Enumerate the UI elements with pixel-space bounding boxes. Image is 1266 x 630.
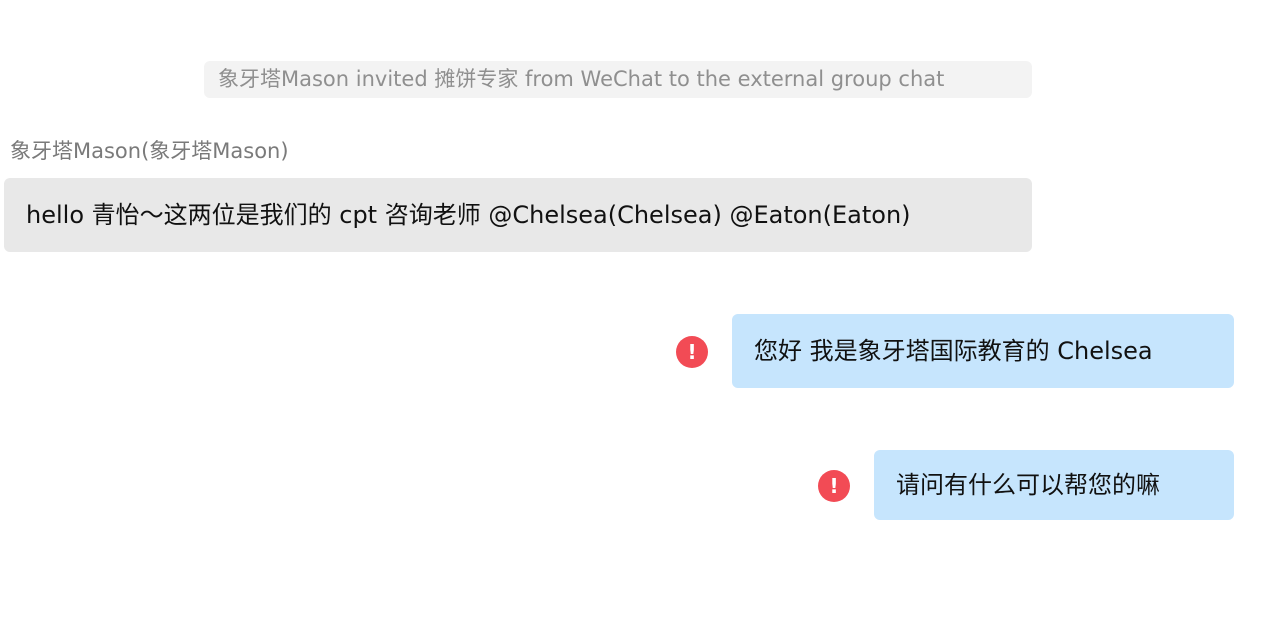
incoming-message-bubble[interactable]: hello 青怡～这两位是我们的 cpt 咨询老师 @Chelsea(Chels… (4, 178, 1032, 252)
send-failed-alert-icon[interactable]: ! (676, 336, 708, 368)
send-failed-alert-icon[interactable]: ! (818, 470, 850, 502)
outgoing-message-bubble[interactable]: 您好 我是象牙塔国际教育的 Chelsea (732, 314, 1234, 388)
outgoing-message-bubble[interactable]: 请问有什么可以帮您的嘛 (874, 450, 1234, 520)
message-sender-name[interactable]: 象牙塔Mason(象牙塔Mason) (10, 137, 289, 165)
group-invite-notice: 象牙塔Mason invited 摊饼专家 from WeChat to the… (204, 61, 1032, 98)
